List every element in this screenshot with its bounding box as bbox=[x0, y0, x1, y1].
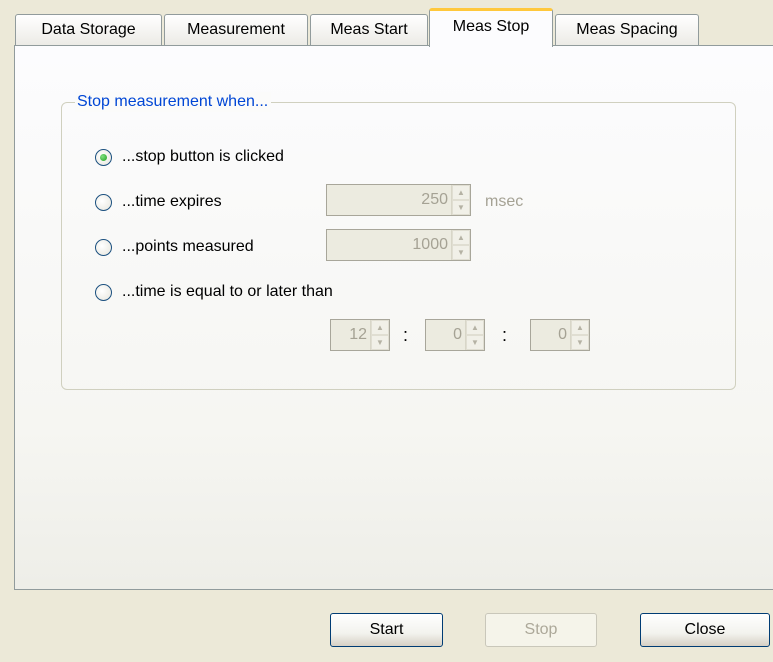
radio-selected-dot bbox=[100, 153, 107, 161]
tab-meas-start[interactable]: Meas Start bbox=[310, 14, 428, 45]
tab-strip: Data Storage Measurement Meas Start Meas… bbox=[0, 0, 773, 47]
time-separator: : bbox=[502, 325, 508, 345]
tab-meas-spacing[interactable]: Meas Spacing bbox=[555, 14, 699, 45]
stop-button[interactable]: Stop bbox=[485, 613, 597, 647]
spinner-value[interactable]: 12 bbox=[331, 320, 370, 350]
option-label: ...stop button is clicked bbox=[122, 148, 284, 165]
option-time-later-than[interactable]: ...time is equal to or later than bbox=[95, 279, 333, 305]
stop-condition-group: Stop measurement when... ...stop button … bbox=[61, 92, 736, 390]
option-label: ...time is equal to or later than bbox=[122, 283, 333, 300]
spin-up-icon[interactable]: ▲ bbox=[452, 230, 470, 245]
option-label: ...points measured bbox=[122, 238, 254, 255]
unit-label: msec bbox=[485, 193, 524, 210]
radio-stop-button[interactable] bbox=[95, 148, 112, 166]
time-separator: : bbox=[403, 325, 409, 345]
second-spinner[interactable]: 0 ▲ ▼ bbox=[530, 319, 590, 351]
spin-up-icon[interactable]: ▲ bbox=[571, 320, 589, 335]
spin-down-icon[interactable]: ▼ bbox=[371, 335, 389, 350]
points-measured-spinner[interactable]: 1000 ▲ ▼ bbox=[326, 229, 471, 261]
radio-time-expires[interactable] bbox=[95, 193, 112, 211]
tab-meas-stop[interactable]: Meas Stop bbox=[429, 8, 553, 47]
close-button[interactable]: Close bbox=[640, 613, 770, 647]
spinner-value[interactable]: 0 bbox=[426, 320, 465, 350]
spin-down-icon[interactable]: ▼ bbox=[571, 335, 589, 350]
tab-panel: Stop measurement when... ...stop button … bbox=[14, 45, 773, 590]
option-points-measured[interactable]: ...points measured bbox=[95, 234, 254, 260]
minute-spinner[interactable]: 0 ▲ ▼ bbox=[425, 319, 485, 351]
time-expires-spinner[interactable]: 250 ▲ ▼ bbox=[326, 184, 471, 216]
group-title: Stop measurement when... bbox=[75, 92, 272, 112]
spin-up-icon[interactable]: ▲ bbox=[466, 320, 484, 335]
option-time-expires[interactable]: ...time expires bbox=[95, 189, 222, 215]
spinner-value[interactable]: 1000 bbox=[327, 230, 451, 260]
tab-data-storage[interactable]: Data Storage bbox=[15, 14, 162, 45]
spin-up-icon[interactable]: ▲ bbox=[371, 320, 389, 335]
option-stop-button[interactable]: ...stop button is clicked bbox=[95, 144, 284, 170]
spin-up-icon[interactable]: ▲ bbox=[452, 185, 470, 200]
radio-points-measured[interactable] bbox=[95, 238, 112, 256]
spin-down-icon[interactable]: ▼ bbox=[452, 245, 470, 260]
radio-time-later-than[interactable] bbox=[95, 283, 112, 301]
spin-down-icon[interactable]: ▼ bbox=[466, 335, 484, 350]
start-button[interactable]: Start bbox=[330, 613, 443, 647]
spinner-value[interactable]: 0 bbox=[531, 320, 570, 350]
spinner-value[interactable]: 250 bbox=[327, 185, 451, 215]
spin-down-icon[interactable]: ▼ bbox=[452, 200, 470, 215]
hour-spinner[interactable]: 12 ▲ ▼ bbox=[330, 319, 390, 351]
option-label: ...time expires bbox=[122, 193, 222, 210]
tab-measurement[interactable]: Measurement bbox=[164, 14, 308, 45]
